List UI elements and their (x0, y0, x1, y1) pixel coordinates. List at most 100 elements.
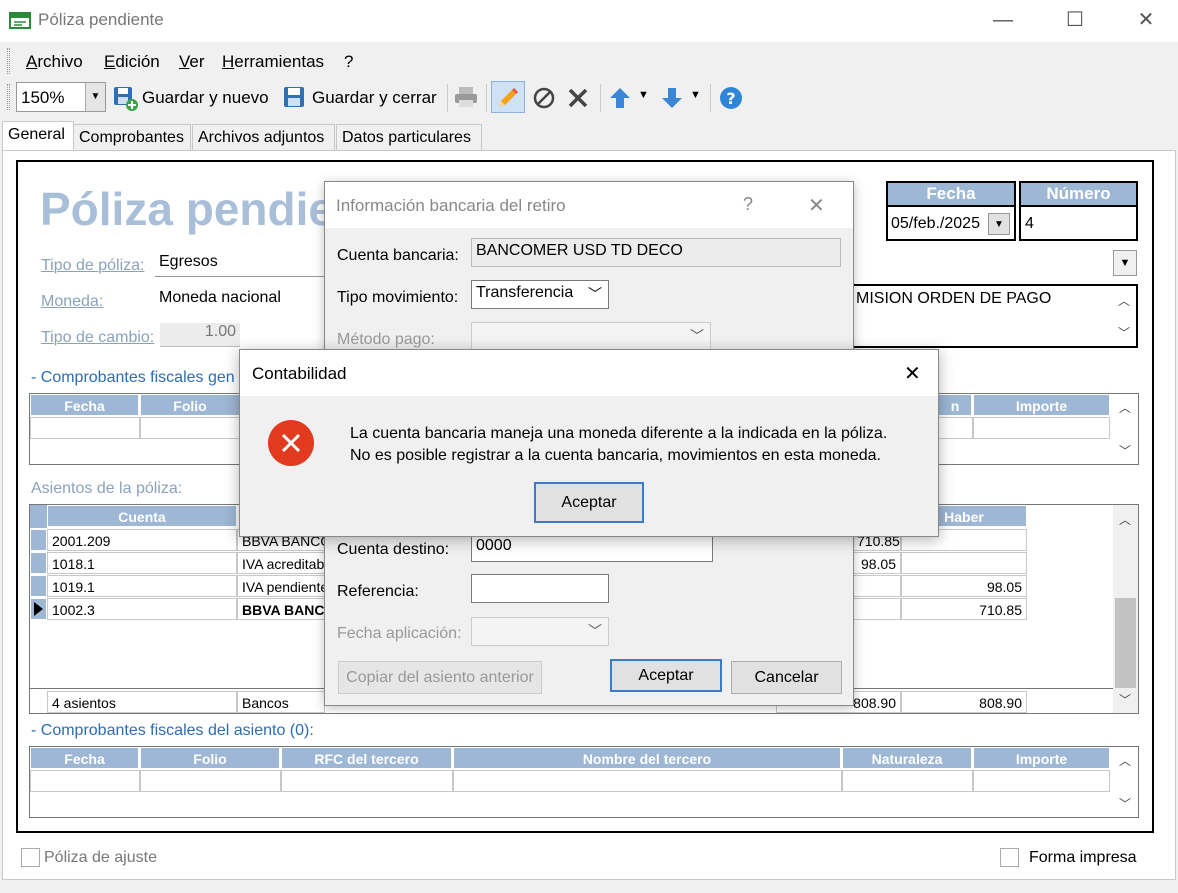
chevron-down-icon[interactable]: ▼ (638, 89, 649, 101)
accept-button[interactable]: Aceptar (610, 659, 722, 692)
row-selector[interactable] (30, 552, 47, 574)
table-cell[interactable] (973, 770, 1110, 792)
table-cell[interactable] (852, 598, 901, 620)
dialog-help-button[interactable]: ? (743, 194, 753, 215)
scroll-up-icon[interactable]: ︿ (1115, 399, 1135, 416)
delete-icon[interactable] (565, 85, 591, 111)
close-window-button[interactable]: ✕ (1131, 8, 1161, 32)
chevron-down-icon[interactable]: ▼ (988, 213, 1010, 235)
menu-help[interactable]: ? (344, 52, 353, 72)
table-cell[interactable]: 1018.1 (47, 552, 237, 574)
table-cell[interactable]: 2001.209 (47, 529, 237, 551)
column-header[interactable]: Cuenta (47, 505, 237, 527)
table-cell[interactable] (281, 770, 453, 792)
metodo-pago-select[interactable]: ﹀ (471, 322, 711, 351)
column-header[interactable]: Importe (973, 394, 1110, 416)
arrow-down-icon[interactable] (659, 85, 685, 111)
column-header[interactable]: Fecha (30, 394, 139, 416)
scroll-up-icon[interactable]: ︿ (1115, 511, 1135, 528)
scroll-down-icon[interactable]: ﹀ (1115, 691, 1135, 708)
table-cell[interactable] (30, 770, 140, 792)
table-cell[interactable] (140, 770, 281, 792)
minimize-button[interactable]: — (988, 8, 1018, 32)
print-icon[interactable] (453, 84, 479, 110)
moneda-value[interactable]: Moneda nacional (159, 289, 281, 307)
column-header[interactable]: Importe (973, 747, 1110, 769)
column-header[interactable]: Folio (140, 747, 280, 769)
column-header[interactable]: RFC del tercero (281, 747, 452, 769)
help-icon[interactable]: ? (718, 85, 744, 111)
numero-field[interactable]: 4 (1019, 205, 1138, 241)
tipo-poliza-value[interactable]: Egresos (159, 253, 218, 271)
column-header[interactable]: Nombre del tercero (453, 747, 841, 769)
save-close-button[interactable]: Guardar y cerrar (312, 88, 437, 108)
table-cell[interactable] (842, 770, 973, 792)
scroll-up-icon[interactable]: ︿ (1114, 292, 1134, 309)
cuenta-destino-field[interactable]: 0000 (471, 533, 713, 562)
table-cell[interactable]: 98.05 (852, 552, 901, 574)
table-cell[interactable]: IVA acreditable (237, 552, 325, 574)
tab-general[interactable]: General (2, 121, 74, 151)
error-accept-button[interactable]: Aceptar (534, 482, 644, 523)
referencia-field[interactable] (471, 574, 609, 603)
table-cell[interactable]: 98.05 (901, 575, 1027, 597)
table-cell[interactable] (938, 417, 973, 439)
dialog-close-button[interactable]: ✕ (808, 193, 825, 218)
table-cell[interactable] (453, 770, 842, 792)
table-cell[interactable]: 710.85 (901, 598, 1027, 620)
tipo-movimiento-select[interactable]: Transferencia ﹀ (471, 280, 609, 309)
column-header[interactable]: n (938, 394, 972, 416)
scrollbar[interactable]: ︿ ﹀ (1113, 505, 1138, 713)
concepto-textarea[interactable]: MISION ORDEN DE PAGO ︿ ﹀ (852, 284, 1138, 348)
row-selector[interactable] (30, 598, 47, 620)
fecha-aplicacion-select[interactable]: ﹀ (471, 617, 609, 646)
column-header[interactable]: Folio (140, 394, 240, 416)
scroll-down-icon[interactable]: ﹀ (1114, 324, 1134, 341)
arrow-up-icon[interactable] (607, 85, 633, 111)
table-cell[interactable]: IVA pendiente (237, 575, 325, 597)
table-cell[interactable]: 1002.3 (47, 598, 237, 620)
poliza-ajuste-checkbox[interactable] (21, 848, 40, 867)
scrollbar-thumb[interactable] (1115, 598, 1136, 688)
save-icon[interactable] (282, 85, 308, 111)
table-cell[interactable] (140, 417, 240, 439)
scroll-up-icon[interactable]: ︿ (1115, 752, 1135, 769)
chevron-down-icon: ﹀ (690, 328, 704, 344)
row-selector[interactable] (30, 575, 47, 597)
menu-ver[interactable]: Ver (179, 52, 205, 72)
save-new-icon[interactable] (112, 85, 138, 111)
svg-text:?: ? (726, 89, 735, 108)
scroll-down-icon[interactable]: ﹀ (1115, 795, 1135, 812)
cuenta-bancaria-field[interactable]: BANCOMER USD TD DECO (471, 238, 841, 267)
copy-previous-button[interactable]: Copiar del asiento anterior (338, 661, 542, 694)
table-cell[interactable] (30, 417, 140, 439)
table-cell[interactable] (973, 417, 1110, 439)
table-cell[interactable]: 1019.1 (47, 575, 237, 597)
menu-herramientas[interactable]: Herramientas (222, 52, 324, 72)
forma-impresa-checkbox[interactable] (1000, 848, 1019, 867)
fecha-field[interactable]: 05/feb./2025 ▼ (886, 205, 1016, 241)
column-header[interactable]: Naturaleza (842, 747, 972, 769)
dialog-close-button[interactable]: ✕ (904, 361, 921, 386)
save-new-button[interactable]: Guardar y nuevo (142, 88, 269, 108)
table-cell[interactable] (901, 552, 1027, 574)
table-cell[interactable] (852, 575, 901, 597)
column-header[interactable]: Fecha (30, 747, 139, 769)
row-selector[interactable] (30, 529, 47, 551)
menu-archivo[interactable]: Archivo (26, 52, 83, 72)
maximize-button[interactable]: ☐ (1060, 8, 1090, 32)
tab-datos-particulares[interactable]: Datos particulares (336, 124, 482, 150)
chevron-down-icon[interactable]: ▼ (1113, 250, 1137, 276)
table-cell[interactable]: BBVA BANC (237, 598, 325, 620)
menu-edicion[interactable]: Edición (104, 52, 160, 72)
zoom-select[interactable]: 150% ▼ (16, 82, 106, 112)
cancel-button[interactable]: Cancelar (731, 661, 842, 694)
edit-toggle[interactable] (491, 81, 525, 113)
tipo-cambio-input[interactable]: 1.00 (160, 323, 240, 347)
tab-comprobantes[interactable]: Comprobantes (73, 124, 191, 150)
chevron-down-icon[interactable]: ▼ (85, 83, 105, 111)
chevron-down-icon[interactable]: ▼ (690, 89, 701, 101)
cancel-icon[interactable] (531, 85, 557, 111)
scroll-down-icon[interactable]: ﹀ (1115, 442, 1135, 459)
tab-archivos-adjuntos[interactable]: Archivos adjuntos (192, 124, 335, 150)
